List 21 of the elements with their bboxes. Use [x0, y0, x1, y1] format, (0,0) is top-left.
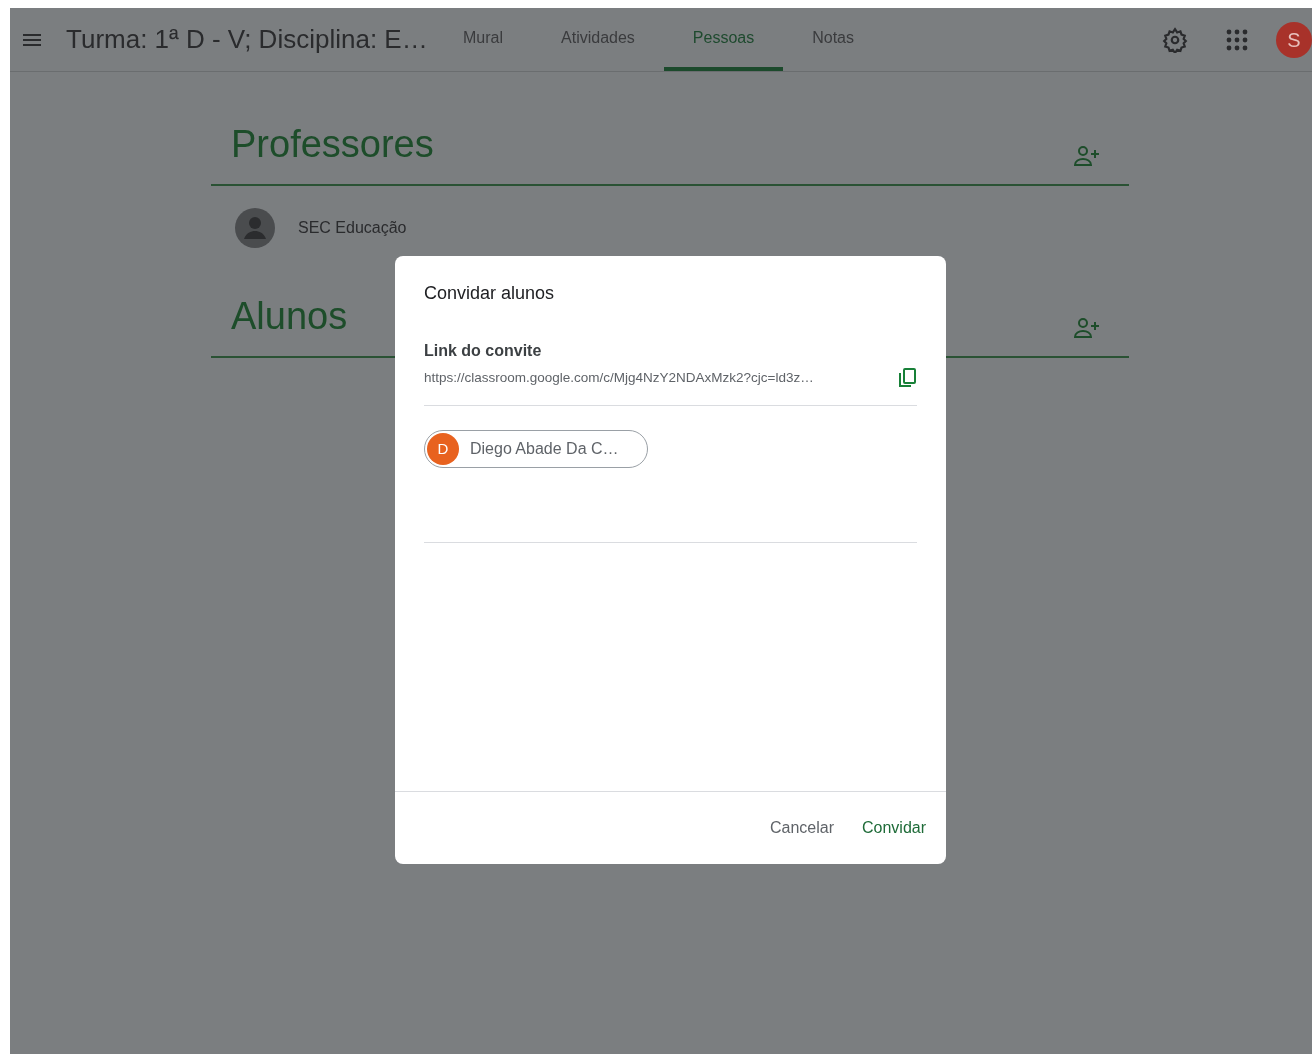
dialog-button[interactable]: Cancelar: [757, 810, 846, 846]
person-name: SEC Educação: [298, 218, 407, 238]
link-label: Link do convite: [424, 341, 543, 361]
section-heading: Alunos: [231, 294, 348, 339]
dialog-button[interactable]: Convidar: [849, 810, 938, 846]
section-heading: Professores: [231, 122, 434, 167]
account-avatar[interactable]: S: [1276, 21, 1312, 58]
nav-tab[interactable]: Notas: [783, 8, 883, 71]
apps-grid-icon[interactable]: [1226, 28, 1248, 51]
add-person-icon[interactable]: [1073, 144, 1101, 168]
add-person-icon[interactable]: [1073, 316, 1101, 340]
recipient-name: Diego Abade Da C…: [470, 439, 619, 459]
nav-tab[interactable]: Mural: [434, 8, 532, 71]
recipient-avatar: D: [427, 433, 459, 465]
settings-icon[interactable]: [1162, 26, 1188, 53]
class-title: Turma: 1ª D - V; Disciplina: E…: [66, 23, 426, 56]
copy-icon[interactable]: [897, 367, 917, 389]
dialog-title: Convidar alunos: [424, 282, 556, 305]
nav-tab[interactable]: Atividades: [532, 8, 664, 71]
nav-tab[interactable]: Pessoas: [663, 8, 784, 71]
avatar-icon: [235, 208, 275, 248]
